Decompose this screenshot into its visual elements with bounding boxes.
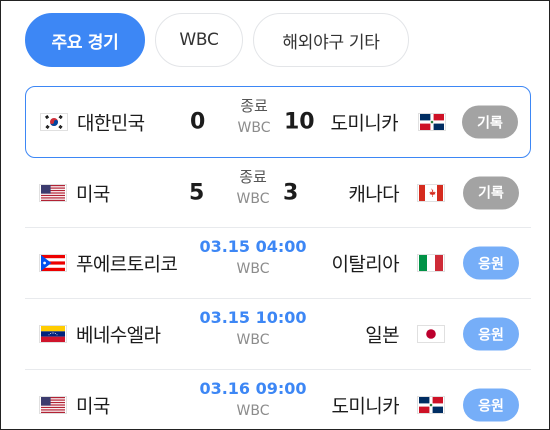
south-korea-flag-icon bbox=[40, 113, 68, 131]
tab-main-games[interactable]: 주요 경기 bbox=[25, 13, 145, 67]
home-team-name: 미국 bbox=[76, 183, 110, 205]
game-status: 03.15 10:00 WBC bbox=[185, 307, 321, 351]
game-row[interactable]: 미국 03.16 09:00 WBC 도미니카 응원 bbox=[25, 370, 531, 429]
usa-flag-icon bbox=[39, 183, 67, 202]
tab-overseas-baseball-etc[interactable]: 해외야구 기타 bbox=[253, 13, 409, 67]
game-row[interactable]: 미국 5 종료 WBC 3 캐나다 기록 bbox=[25, 158, 531, 228]
league-name: WBC bbox=[236, 191, 270, 207]
italy-flag-icon bbox=[417, 254, 445, 272]
home-team-name: 대한민국 bbox=[77, 112, 145, 135]
cheer-button[interactable]: 응원 bbox=[463, 246, 519, 280]
league-name: WBC bbox=[236, 261, 270, 277]
dominican-republic-flag-icon bbox=[418, 113, 446, 131]
game-list: 대한민국 0 종료 WBC 10 도미니카 기록 미국 5 종료 WBC 3 캐나다 기록 푸에르토리코 03… bbox=[25, 86, 531, 429]
record-button[interactable]: 기록 bbox=[463, 176, 519, 209]
game-row[interactable]: 대한민국 0 종료 WBC 10 도미니카 기록 bbox=[25, 86, 531, 158]
league-name: WBC bbox=[236, 332, 270, 348]
game-start-time: 03.15 10:00 bbox=[199, 308, 307, 327]
home-team-name: 베네수엘라 bbox=[76, 324, 161, 347]
usa-flag-icon bbox=[39, 396, 67, 414]
game-status: 03.15 04:00 WBC bbox=[185, 236, 321, 280]
away-team-name: 캐나다 bbox=[348, 183, 399, 205]
home-team-name: 푸에르토리코 bbox=[76, 253, 178, 276]
japan-flag-icon bbox=[417, 325, 445, 343]
venezuela-flag-icon bbox=[39, 325, 67, 343]
game-status: 종료 WBC bbox=[185, 166, 321, 210]
screen: 주요 경기 WBC 해외야구 기타 대한민국 0 종료 WBC 10 도미니카 기록 미국 5 종… bbox=[0, 0, 550, 430]
tab-bar: 주요 경기 WBC 해외야구 기타 bbox=[25, 13, 409, 67]
away-team-name: 도미니카 bbox=[331, 395, 399, 418]
cheer-button[interactable]: 응원 bbox=[463, 388, 519, 422]
away-team-name: 도미니카 bbox=[330, 112, 398, 135]
away-score: 3 bbox=[283, 180, 299, 205]
away-team-name: 일본 bbox=[365, 324, 399, 347]
home-team-name: 미국 bbox=[76, 395, 110, 418]
league-name: WBC bbox=[236, 403, 270, 419]
canada-flag-icon bbox=[417, 183, 445, 202]
game-row[interactable]: 베네수엘라 03.15 10:00 WBC 일본 응원 bbox=[25, 299, 531, 370]
away-score: 10 bbox=[284, 109, 315, 135]
record-button[interactable]: 기록 bbox=[462, 105, 518, 139]
away-team-name: 이탈리아 bbox=[331, 253, 399, 276]
game-row[interactable]: 푸에르토리코 03.15 04:00 WBC 이탈리아 응원 bbox=[25, 228, 531, 299]
game-start-time: 03.15 04:00 bbox=[199, 237, 307, 256]
dominican-republic-flag-icon bbox=[417, 396, 445, 414]
tab-wbc[interactable]: WBC bbox=[155, 13, 243, 67]
game-status-text: 종료 bbox=[239, 168, 267, 186]
puerto-rico-flag-icon bbox=[39, 254, 67, 272]
game-start-time: 03.16 09:00 bbox=[199, 379, 307, 398]
cheer-button[interactable]: 응원 bbox=[463, 317, 519, 351]
game-status: 03.16 09:00 WBC bbox=[185, 378, 321, 422]
